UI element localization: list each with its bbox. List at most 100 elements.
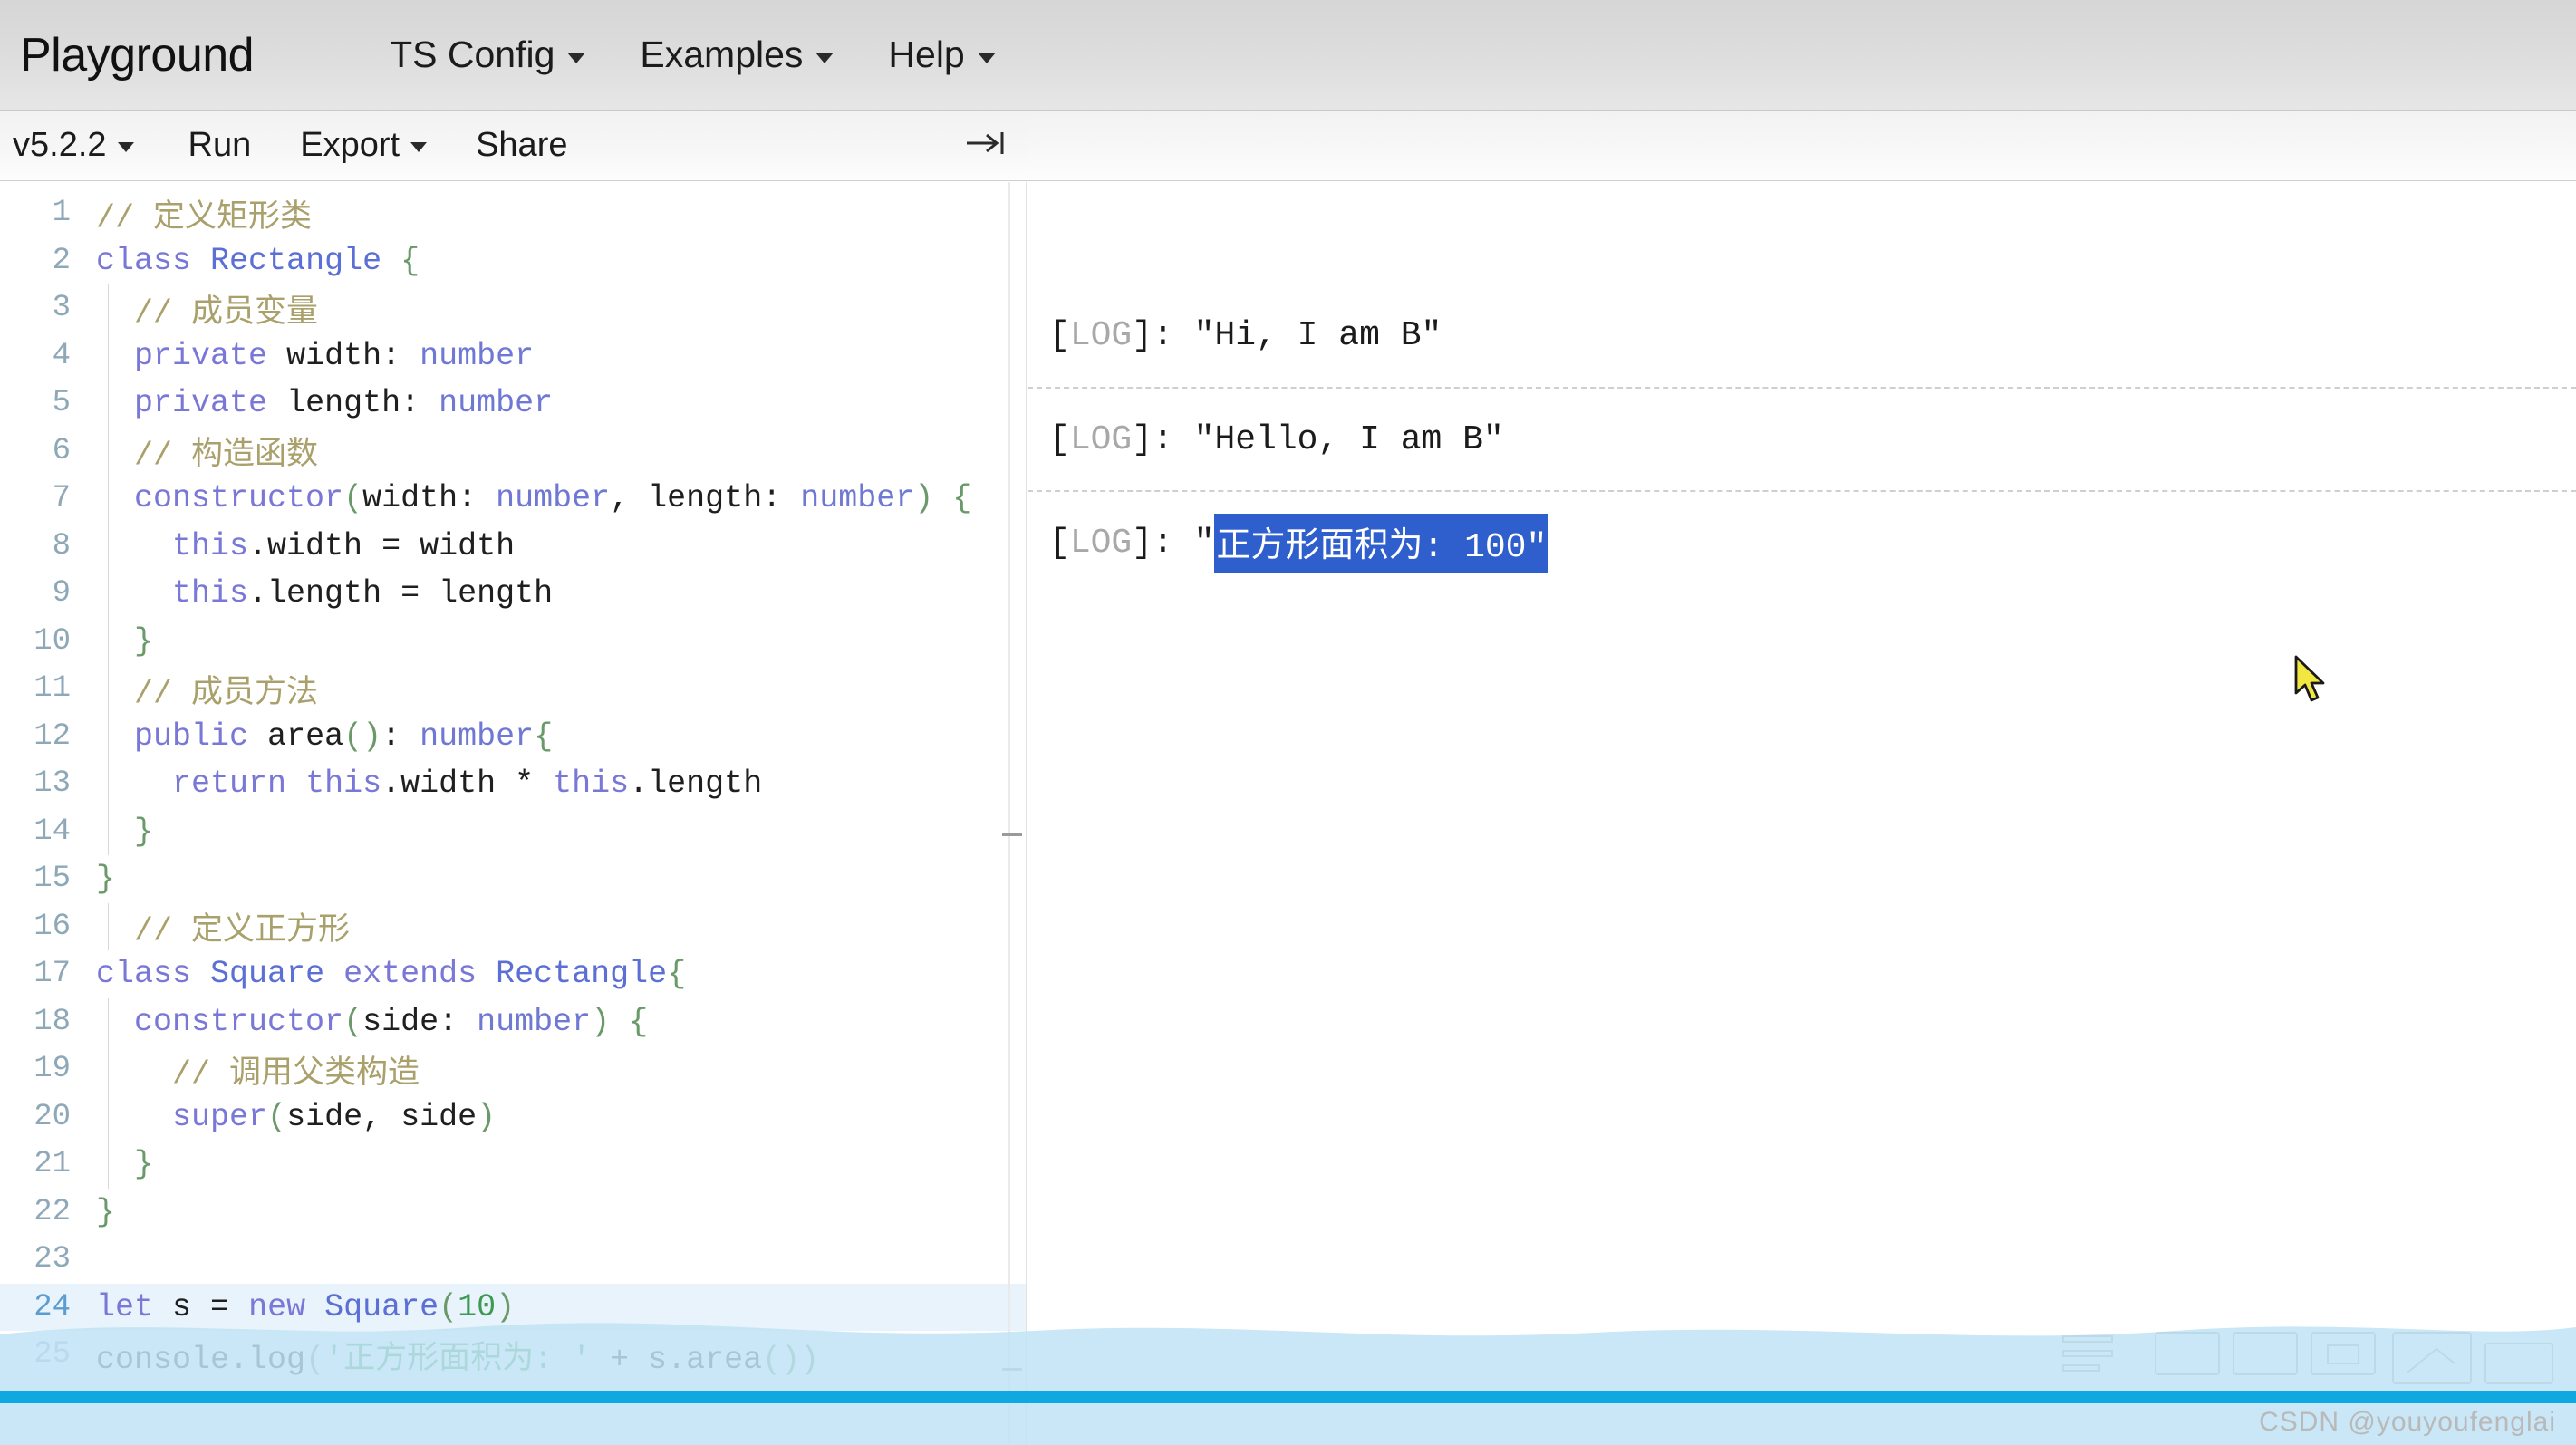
token-com: // 成员方法 xyxy=(134,675,319,712)
token-kw: this xyxy=(172,575,249,612)
token-kw: private xyxy=(134,337,268,374)
code-line-15[interactable]: 15} xyxy=(0,855,1026,903)
chevron-down-icon xyxy=(567,53,586,63)
token-kw: this xyxy=(553,766,630,803)
output-log-panel[interactable]: [LOG]: "Hi, I am B" [LOG]: "Hello, I am B… xyxy=(1028,182,2576,1445)
code-line-2[interactable]: 2 class Rectangle { xyxy=(0,237,1026,285)
log-row[interactable]: [LOG]: "Hi, I am B" xyxy=(1028,284,2576,387)
token-op: . xyxy=(248,527,268,564)
log-level-label: LOG xyxy=(1069,315,1133,355)
token-op: . xyxy=(381,766,401,803)
code-line-5[interactable]: 5 private length: number xyxy=(0,380,1026,428)
indent-guide xyxy=(108,570,109,618)
token-punc: () xyxy=(343,718,382,755)
playground-brand[interactable]: Playground xyxy=(20,28,255,82)
arrow-to-bar-icon xyxy=(967,131,1004,154)
indent-guide xyxy=(108,665,109,713)
token-op: : xyxy=(400,385,439,422)
code-text: } xyxy=(96,861,115,897)
token-op: = xyxy=(191,1288,249,1325)
nav-item-help[interactable]: Help xyxy=(888,34,996,76)
code-text: super(side, side) xyxy=(96,1099,496,1135)
code-line-23[interactable]: 23 xyxy=(0,1236,1026,1284)
version-selector[interactable]: v5.2.2 xyxy=(13,126,134,165)
code-line-24[interactable]: 24 let s = new Square(10) xyxy=(0,1283,1026,1331)
indent-guide xyxy=(108,617,109,665)
code-line-1[interactable]: 1 // 定义矩形类 xyxy=(0,189,1026,237)
token-sp xyxy=(305,1289,324,1325)
code-text: // 构造函数 xyxy=(96,428,318,474)
line-number: 18 xyxy=(34,1004,71,1039)
code-line-25[interactable]: 25 console.log('正方形面积为: ' + s.area()) xyxy=(0,1331,1026,1379)
nav-item-examples[interactable]: Examples xyxy=(640,34,835,76)
code-line-7[interactable]: 7 constructor(width: number, length: num… xyxy=(0,475,1026,523)
code-line-19[interactable]: 19 // 调用父类构造 xyxy=(0,1045,1026,1093)
code-line-18[interactable]: 18 constructor(side: number) { xyxy=(0,997,1026,1045)
code-line-14[interactable]: 14 } xyxy=(0,807,1026,855)
code-line-6[interactable]: 6 // 构造函数 xyxy=(0,427,1026,475)
code-line-10[interactable]: 10 } xyxy=(0,617,1026,665)
run-button[interactable]: Run xyxy=(188,126,252,165)
token-sp xyxy=(96,480,134,516)
token-id: s xyxy=(648,1341,668,1378)
log-selected-text[interactable]: 正方形面积为: 100" xyxy=(1214,513,1549,573)
token-id: console xyxy=(96,1341,230,1378)
code-line-4[interactable]: 4 private width: number xyxy=(0,332,1026,380)
code-line-22[interactable]: 22} xyxy=(0,1189,1026,1237)
line-number: 10 xyxy=(34,623,71,659)
code-line-11[interactable]: 11 // 成员方法 xyxy=(0,665,1026,713)
token-sp xyxy=(96,295,134,332)
editor-scroll-marker[interactable] xyxy=(1002,1368,1022,1371)
code-line-3[interactable]: 3 // 成员变量 xyxy=(0,284,1026,332)
share-button[interactable]: Share xyxy=(476,126,567,165)
log-row[interactable]: [LOG]: " 正方形面积为: 100" xyxy=(1028,490,2576,593)
token-type: number xyxy=(420,718,535,755)
token-punc: ) xyxy=(496,1288,516,1325)
log-row[interactable]: [LOG]: "Hello, I am B" xyxy=(1028,387,2576,490)
token-sp xyxy=(191,956,210,992)
code-text: private length: number xyxy=(96,385,553,421)
token-kw: extends xyxy=(343,956,478,993)
token-punc: ( xyxy=(343,480,363,517)
code-line-12[interactable]: 12 public area(): number{ xyxy=(0,712,1026,760)
code-line-20[interactable]: 20 super(side, side) xyxy=(0,1093,1026,1141)
code-editor[interactable]: 1// 定义矩形类 2 class Rectangle {3 // 成员变量 4 pr… xyxy=(0,182,1027,1445)
indent-guide xyxy=(108,997,109,1045)
code-line-16[interactable]: 16 // 定义正方形 xyxy=(0,902,1026,950)
code-line-13[interactable]: 13 return this.width * this.length xyxy=(0,760,1026,808)
log-tag: [LOG]: xyxy=(1049,523,1194,563)
token-id: width xyxy=(286,337,382,374)
token-com: // 成员变量 xyxy=(134,294,319,332)
token-cls: Square xyxy=(324,1288,439,1325)
token-type: number xyxy=(420,337,535,374)
token-kw: return xyxy=(172,766,287,803)
code-text: class Rectangle { xyxy=(96,243,420,279)
nav-label-help: Help xyxy=(888,34,965,75)
code-line-17[interactable]: 17 class Square extends Rectangle{ xyxy=(0,950,1026,998)
code-line-9[interactable]: 9 this.length = length xyxy=(0,570,1026,618)
code-text: private width: number xyxy=(96,338,534,374)
indent-guide xyxy=(108,1141,109,1189)
code-text: constructor(width: number, length: numbe… xyxy=(96,480,971,516)
token-op: : xyxy=(381,337,420,374)
token-kw: let xyxy=(96,1288,154,1325)
editor-scroll-marker[interactable] xyxy=(1002,833,1022,836)
nav-item-ts-config[interactable]: TS Config xyxy=(390,34,586,76)
editor-right-edge xyxy=(1008,182,1010,1445)
token-kw: public xyxy=(134,718,249,755)
token-punc: { xyxy=(400,242,420,279)
token-id: length xyxy=(286,385,401,422)
code-line-8[interactable]: 8 this.width = width xyxy=(0,522,1026,570)
token-punc: ( xyxy=(267,1098,287,1135)
line-number: 12 xyxy=(34,718,71,754)
token-kw: class xyxy=(96,242,192,279)
code-line-21[interactable]: 21 } xyxy=(0,1141,1026,1189)
collapse-sidebar-icon[interactable] xyxy=(965,130,1007,162)
token-kw: super xyxy=(172,1098,268,1135)
token-id: length xyxy=(439,575,554,612)
indent-guide xyxy=(108,284,109,332)
export-button[interactable]: Export xyxy=(300,126,428,165)
token-punc: ( xyxy=(439,1288,458,1325)
token-punc: ()) xyxy=(762,1341,820,1378)
token-punc: ) { xyxy=(591,1003,649,1040)
